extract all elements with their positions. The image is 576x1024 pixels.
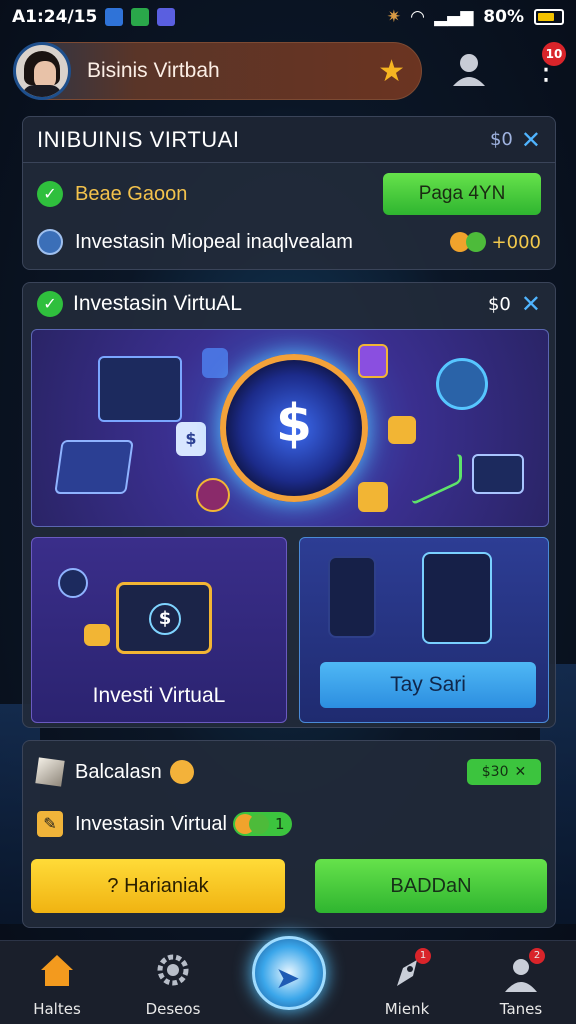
user-icon[interactable] (448, 48, 490, 90)
nav-label: Mienk (384, 1000, 430, 1018)
invest-card[interactable]: $ Investi VirtuaL (31, 537, 287, 723)
check-icon: ✓ (37, 181, 63, 207)
row-label: Investasin Miopeal inaqlvealam (75, 230, 353, 253)
phone-icon (328, 556, 376, 638)
card-label: Investi VirtuaL (92, 684, 226, 707)
send-fab-button[interactable]: ➤ (252, 936, 326, 1010)
nav-label: Deseos (145, 1000, 201, 1018)
paper-plane-icon: ➤ (275, 961, 301, 996)
app-notification-icon (131, 8, 150, 26)
panel-header: ✓ Investasin VirtuAL $0 ✕ (23, 283, 555, 325)
close-icon[interactable]: ✕ (521, 126, 541, 154)
status-time: A1:24/15 (12, 7, 98, 27)
notification-badge: 1 (415, 948, 431, 964)
row-label: Investasin Virtual (75, 812, 227, 835)
battery-text: 80% (483, 7, 524, 27)
try-button[interactable]: Tay Sari (320, 662, 536, 708)
list-item: Investasin Miopeal inaqlvealam +000 (37, 229, 541, 255)
app-tile-icon (202, 348, 228, 378)
home-icon (41, 955, 73, 986)
tablet-icon: $ (116, 582, 212, 654)
coin-icon (58, 568, 88, 598)
profile-header[interactable]: Bisinis Virtbah ★ (13, 42, 422, 100)
reward-value: 1 (274, 815, 285, 833)
try-card[interactable]: Tay Sari (299, 537, 549, 723)
app-notification-icon (105, 8, 124, 26)
badge-coin-icon (196, 478, 230, 512)
notification-badge: 10 (542, 42, 566, 66)
avatar-badge-icon (436, 358, 488, 410)
hero-illustration: $ $ (31, 329, 549, 527)
help-button[interactable]: ? Harianiak (31, 859, 285, 913)
nav-label: Haltes (33, 1000, 81, 1018)
growth-arrow-icon (412, 452, 462, 506)
emoji-icon (169, 760, 194, 784)
app-title: Bisinis Virtbah (87, 59, 220, 82)
business-panel: INIBUINIS VIRTUAI $0 ✕ ✓ Beae Gaoon Paga… (22, 116, 556, 270)
confirm-button[interactable]: BADDaN (315, 859, 547, 913)
gold-coin-icon (388, 416, 416, 444)
avatar[interactable] (13, 42, 71, 100)
status-bar: A1:24/15 ✷ ◠ ▂▄▆ 80% (0, 0, 576, 34)
signal-icon: ▂▄▆ (434, 7, 474, 27)
dollar-card-icon: $ (176, 422, 206, 456)
close-icon[interactable]: ✕ (521, 290, 541, 318)
notification-badge: 2 (529, 948, 545, 964)
user-icon: 2 (501, 948, 545, 994)
pay-button[interactable]: Paga 4YN (383, 173, 541, 215)
balance-badge[interactable]: $30 ✕ (467, 759, 541, 785)
gear-icon (157, 954, 189, 986)
rocket-icon: 1 (387, 948, 431, 994)
phone-icon (422, 552, 492, 644)
edit-icon: ✎ (37, 811, 63, 837)
row-label: Balcalasn (75, 760, 162, 783)
close-icon: ✕ (514, 764, 527, 780)
coin-icon (248, 814, 269, 834)
reward-value: +000 (491, 231, 541, 253)
panel-title: Investasin VirtuAL (73, 292, 242, 315)
monitor-icon (98, 356, 182, 422)
brightness-icon: ✷ (386, 7, 401, 27)
box-icon (84, 624, 110, 646)
list-item: ✓ Beae Gaoon Paga 4YN (37, 173, 541, 215)
star-icon[interactable]: ★ (378, 54, 405, 89)
bottom-nav: Haltes Deseos ➤ 1 Mienk 2 Tanes (0, 936, 576, 1024)
gold-coin-icon (358, 482, 388, 512)
reward-badge: 1 (232, 812, 293, 836)
balance-value: $30 (481, 764, 509, 780)
list-item: Balcalasn $30 ✕ (35, 757, 541, 787)
check-icon: ✓ (37, 291, 63, 317)
panel-title: INIBUINIS VIRTUAI (37, 126, 240, 152)
list-item: ✎ Investasin Virtual 1 (37, 811, 541, 837)
coin-icon (465, 232, 486, 252)
app-notification-icon (157, 8, 176, 26)
panel-header: INIBUINIS VIRTUAI $0 ✕ (23, 117, 555, 163)
battery-icon (534, 9, 564, 25)
header-value: $0 (487, 293, 511, 315)
tablet-icon (472, 454, 524, 494)
nav-item-settings[interactable]: Deseos (128, 950, 218, 1018)
avatar-body (22, 85, 62, 97)
header-value: $0 (489, 129, 513, 150)
cube-icon (35, 757, 65, 787)
wifi-icon: ◠ (410, 7, 425, 27)
investment-panel: ✓ Investasin VirtuAL $0 ✕ $ $ $ Investi … (22, 282, 556, 728)
compass-icon (37, 229, 63, 255)
coin-reward: +000 (449, 231, 541, 253)
nav-item-rocket[interactable]: 1 Mienk (362, 948, 452, 1018)
row-label: Beae Gaoon (75, 182, 188, 205)
nav-item-home[interactable]: Haltes (12, 950, 102, 1018)
chart-icon (54, 440, 134, 494)
balance-panel: Balcalasn $30 ✕ ✎ Investasin Virtual 1 ?… (22, 740, 556, 928)
app-tile-icon (358, 344, 388, 378)
nav-label: Tanes (499, 1000, 543, 1018)
dollar-coin-icon: $ (220, 354, 368, 502)
nav-item-profile[interactable]: 2 Tanes (476, 948, 566, 1018)
more-menu-button[interactable]: ⋮ 10 (528, 42, 566, 94)
